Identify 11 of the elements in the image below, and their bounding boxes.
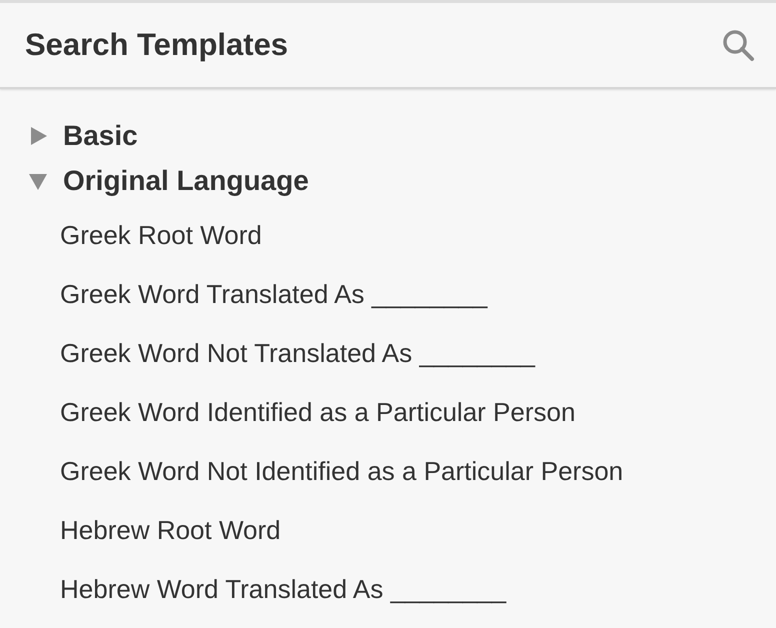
panel-title: Search Templates: [25, 27, 288, 63]
tree-item[interactable]: Hebrew Root Word: [60, 508, 281, 552]
tree-group-label[interactable]: Original Language: [63, 164, 309, 196]
tree-item[interactable]: Greek Root Word: [60, 213, 262, 257]
tree-item[interactable]: Greek Word Translated As ________: [60, 272, 488, 316]
collapsed-triangle-icon[interactable]: [28, 126, 48, 146]
tree-item[interactable]: Greek Word Not Identified as a Particular Person: [60, 449, 624, 493]
tree-item[interactable]: Hebrew Word Translated As ________: [60, 567, 506, 611]
tree-item[interactable]: Greek Word Not Translated As ________: [60, 331, 536, 375]
tree-item[interactable]: Greek Word Identified as a Particular Person: [60, 390, 576, 434]
tree-group-label[interactable]: Basic: [63, 120, 138, 152]
